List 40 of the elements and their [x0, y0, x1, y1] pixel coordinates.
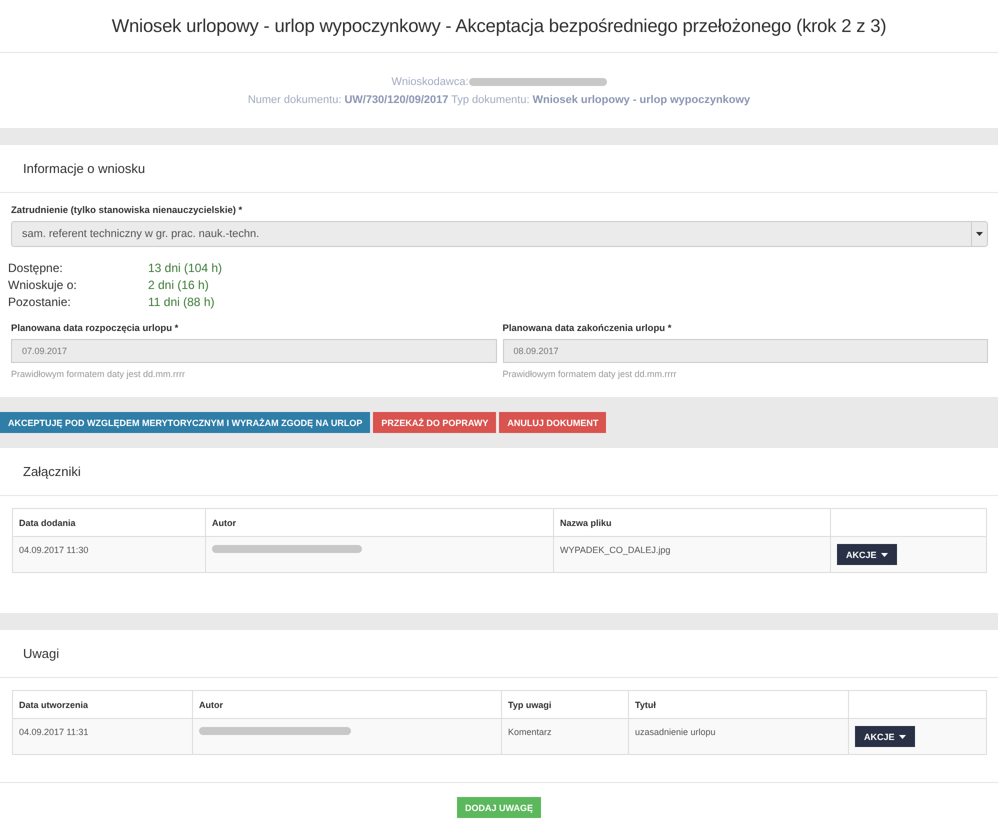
- caret-icon: [898, 734, 906, 738]
- field-hint: Prawidłowym formatem daty jest dd.mm.rrrr: [11, 369, 186, 379]
- stat-value: 11 dni (88 h): [148, 295, 216, 309]
- add-note-button[interactable]: DODAJ UWAGĘ: [456, 797, 541, 818]
- actions-dropdown[interactable]: AKCJE: [855, 726, 915, 747]
- field-label: Planowana data zakończenia urlopu *: [502, 323, 672, 334]
- stat-label: Dostępne:: [8, 261, 64, 275]
- stat-label: Wnioskuje o:: [8, 278, 78, 292]
- document-details: Numer dokumentu: UW/730/120/09/2017 Typ dokumentu: Wniosek urlopowy - urlop wypoczynkowy: [248, 94, 750, 106]
- table-cell: WYPADEK_CO_DALEJ.jpg: [554, 537, 831, 572]
- column-header: Autor: [206, 509, 554, 536]
- column-header: Data utworzenia: [13, 691, 193, 718]
- field-label: Planowana data rozpoczęcia urlopu *: [11, 323, 180, 334]
- stat-value: 13 dni (104 h): [148, 261, 224, 275]
- table-cell: 04.09.2017 11:30: [13, 537, 206, 572]
- date-field[interactable]: 08.09.2017: [502, 339, 988, 363]
- table-cell: 04.09.2017 11:31: [13, 719, 193, 754]
- actions-dropdown[interactable]: AKCJE: [837, 544, 897, 565]
- table-cell: uzasadnienie urlopu: [629, 719, 849, 754]
- field-hint: Prawidłowym formatem daty jest dd.mm.rrrr: [502, 369, 678, 379]
- stat-label: Pozostanie:: [8, 295, 72, 309]
- column-header: Tytuł: [629, 691, 849, 718]
- column-header: Autor: [193, 691, 502, 718]
- caret-icon: [976, 232, 983, 236]
- date-field[interactable]: 07.09.2017: [11, 339, 496, 363]
- action-button[interactable]: PRZEKAŻ DO POPRAWY: [373, 412, 496, 433]
- section-heading: Informacje o wniosku: [23, 161, 146, 176]
- action-button[interactable]: ANULUJ DOKUMENT: [499, 412, 606, 433]
- caret-icon: [880, 552, 888, 556]
- column-header: Data dodania: [13, 509, 206, 536]
- section-heading: Załączniki: [23, 464, 81, 479]
- table-cell: Komentarz: [502, 719, 629, 754]
- column-header: Nazwa pliku: [554, 509, 831, 536]
- page-title: Wniosek urlopowy - urlop wypoczynkowy - Akceptacja bezpośredniego przełożonego (krok 2 z 3): [112, 15, 886, 37]
- field-label: Zatrudnienie (tylko stanowiska nienauczycielskie) *: [11, 205, 244, 216]
- column-header: Typ uwagi: [502, 691, 629, 718]
- accept-button[interactable]: AKCEPTUJĘ POD WZGLĘDEM MERYTORYCZNYM I WYRAŻAM ZGODĘ NA URLOP: [0, 412, 370, 433]
- applicant-label: Wnioskodawca:: [391, 76, 469, 88]
- stat-value: 2 dni (16 h): [148, 278, 210, 292]
- section-heading: Uwagi: [23, 646, 60, 661]
